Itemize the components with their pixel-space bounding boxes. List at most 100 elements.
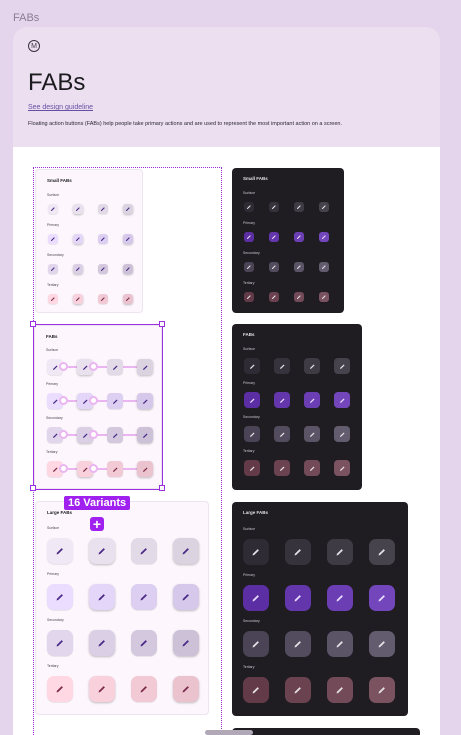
surface-fab-button[interactable] [269,202,279,212]
small-fabs-light-card[interactable]: Small FABs Surface Primary Secondary Tertia… [35,169,143,313]
primary-fab-button[interactable] [327,585,353,611]
surface-fab-button[interactable] [294,202,304,212]
tertiary-fab-button[interactable] [369,677,395,703]
secondary-fab-button[interactable] [304,426,320,442]
tertiary-fab-button[interactable] [173,676,199,702]
surface-fab-button[interactable] [369,539,395,565]
edit-pencil-icon [98,548,105,555]
tertiary-fab-button[interactable] [123,294,133,304]
plus-icon[interactable]: + [90,517,104,531]
tertiary-fab-button[interactable] [47,676,73,702]
horizontal-scrollbar[interactable] [205,730,253,735]
surface-fab-button[interactable] [47,538,73,564]
surface-fab-button[interactable] [334,358,350,374]
edit-pencil-icon [297,235,301,239]
surface-fab-button[interactable] [319,202,329,212]
primary-fab-button[interactable] [294,232,304,242]
primary-fab-button[interactable] [319,232,329,242]
tertiary-fab-button[interactable] [294,292,304,302]
row-label-tertiary: Tertiary [243,665,255,669]
tertiary-fab-button[interactable] [73,294,83,304]
primary-fab-button[interactable] [98,234,108,244]
surface-fab-button[interactable] [89,538,115,564]
primary-fab-button[interactable] [304,392,320,408]
edit-pencil-icon [272,265,276,269]
secondary-fab-button[interactable] [319,262,329,272]
surface-fab-button[interactable] [123,204,133,214]
secondary-fab-button[interactable] [131,630,157,656]
primary-fab-button[interactable] [243,585,269,611]
primary-fab-button[interactable] [244,392,260,408]
tertiary-fab-button[interactable] [274,460,290,476]
secondary-fab-button[interactable] [285,631,311,657]
primary-fab-button[interactable] [244,232,254,242]
secondary-fab-button[interactable] [334,426,350,442]
secondary-fab-button[interactable] [73,264,83,274]
resize-handle-bottom-left[interactable] [30,485,36,491]
secondary-fab-button[interactable] [47,630,73,656]
secondary-fab-button[interactable] [274,426,290,442]
edit-pencil-icon [76,297,80,301]
primary-fab-button[interactable] [48,234,58,244]
surface-fab-button[interactable] [73,204,83,214]
surface-fab-button[interactable] [285,539,311,565]
tertiary-fab-button[interactable] [131,676,157,702]
surface-fab-button[interactable] [48,204,58,214]
primary-fab-button[interactable] [173,584,199,610]
primary-fab-button[interactable] [334,392,350,408]
primary-fab-button[interactable] [73,234,83,244]
secondary-fab-button[interactable] [244,426,260,442]
surface-fab-button[interactable] [243,539,269,565]
primary-fab-button[interactable] [274,392,290,408]
surface-fab-button[interactable] [327,539,353,565]
secondary-fab-button[interactable] [98,264,108,274]
surface-fab-button[interactable] [304,358,320,374]
secondary-fab-button[interactable] [369,631,395,657]
secondary-fab-button[interactable] [244,262,254,272]
tertiary-fab-button[interactable] [243,677,269,703]
fabs-dark-card[interactable]: FABs Surface Primary Secondary Tertiary [232,324,362,490]
resize-handle-top-right[interactable] [159,321,165,327]
primary-fab-button[interactable] [285,585,311,611]
small-fabs-dark-card[interactable]: Small FABs Surface Primary Secondary Tertia… [232,168,344,313]
primary-fab-button[interactable] [123,234,133,244]
resize-handle-bottom-right[interactable] [159,485,165,491]
tertiary-fab-button[interactable] [304,460,320,476]
breadcrumb[interactable]: FABs [13,12,39,24]
surface-fab-button[interactable] [274,358,290,374]
primary-fab-button[interactable] [47,584,73,610]
surface-fab-button[interactable] [244,358,260,374]
tertiary-fab-button[interactable] [89,676,115,702]
tertiary-fab-button[interactable] [244,292,254,302]
tertiary-fab-button[interactable] [244,460,260,476]
tertiary-fab-button[interactable] [319,292,329,302]
tertiary-fab-button[interactable] [334,460,350,476]
secondary-fab-button[interactable] [327,631,353,657]
resize-handle-top-left[interactable] [30,321,36,327]
selection-box[interactable] [33,324,163,490]
large-fabs-dark-card[interactable]: Large FABs Surface Primary Secondary Tertia… [232,502,408,716]
surface-fab-button[interactable] [131,538,157,564]
secondary-fab-button[interactable] [269,262,279,272]
surface-fab-button[interactable] [98,204,108,214]
design-guideline-link[interactable]: See design guideline [28,104,93,111]
primary-fab-button[interactable] [131,584,157,610]
surface-fab-button[interactable] [173,538,199,564]
primary-fab-button[interactable] [269,232,279,242]
surface-fab-button[interactable] [244,202,254,212]
primary-fab-button[interactable] [89,584,115,610]
secondary-fab-button[interactable] [243,631,269,657]
secondary-fab-button[interactable] [48,264,58,274]
secondary-fab-button[interactable] [294,262,304,272]
tertiary-fab-button[interactable] [269,292,279,302]
primary-fab-button[interactable] [369,585,395,611]
secondary-fab-button[interactable] [173,630,199,656]
component-canvas: Small FABs Surface Primary Secondary Tertia… [13,147,440,735]
secondary-fab-button[interactable] [89,630,115,656]
tertiary-fab-button[interactable] [98,294,108,304]
tertiary-fab-button[interactable] [285,677,311,703]
secondary-fab-button[interactable] [123,264,133,274]
tertiary-fab-button[interactable] [327,677,353,703]
tertiary-fab-button[interactable] [48,294,58,304]
large-fabs-light-card[interactable]: Large FABs Surface Primary Secondary Tertia… [35,501,209,715]
